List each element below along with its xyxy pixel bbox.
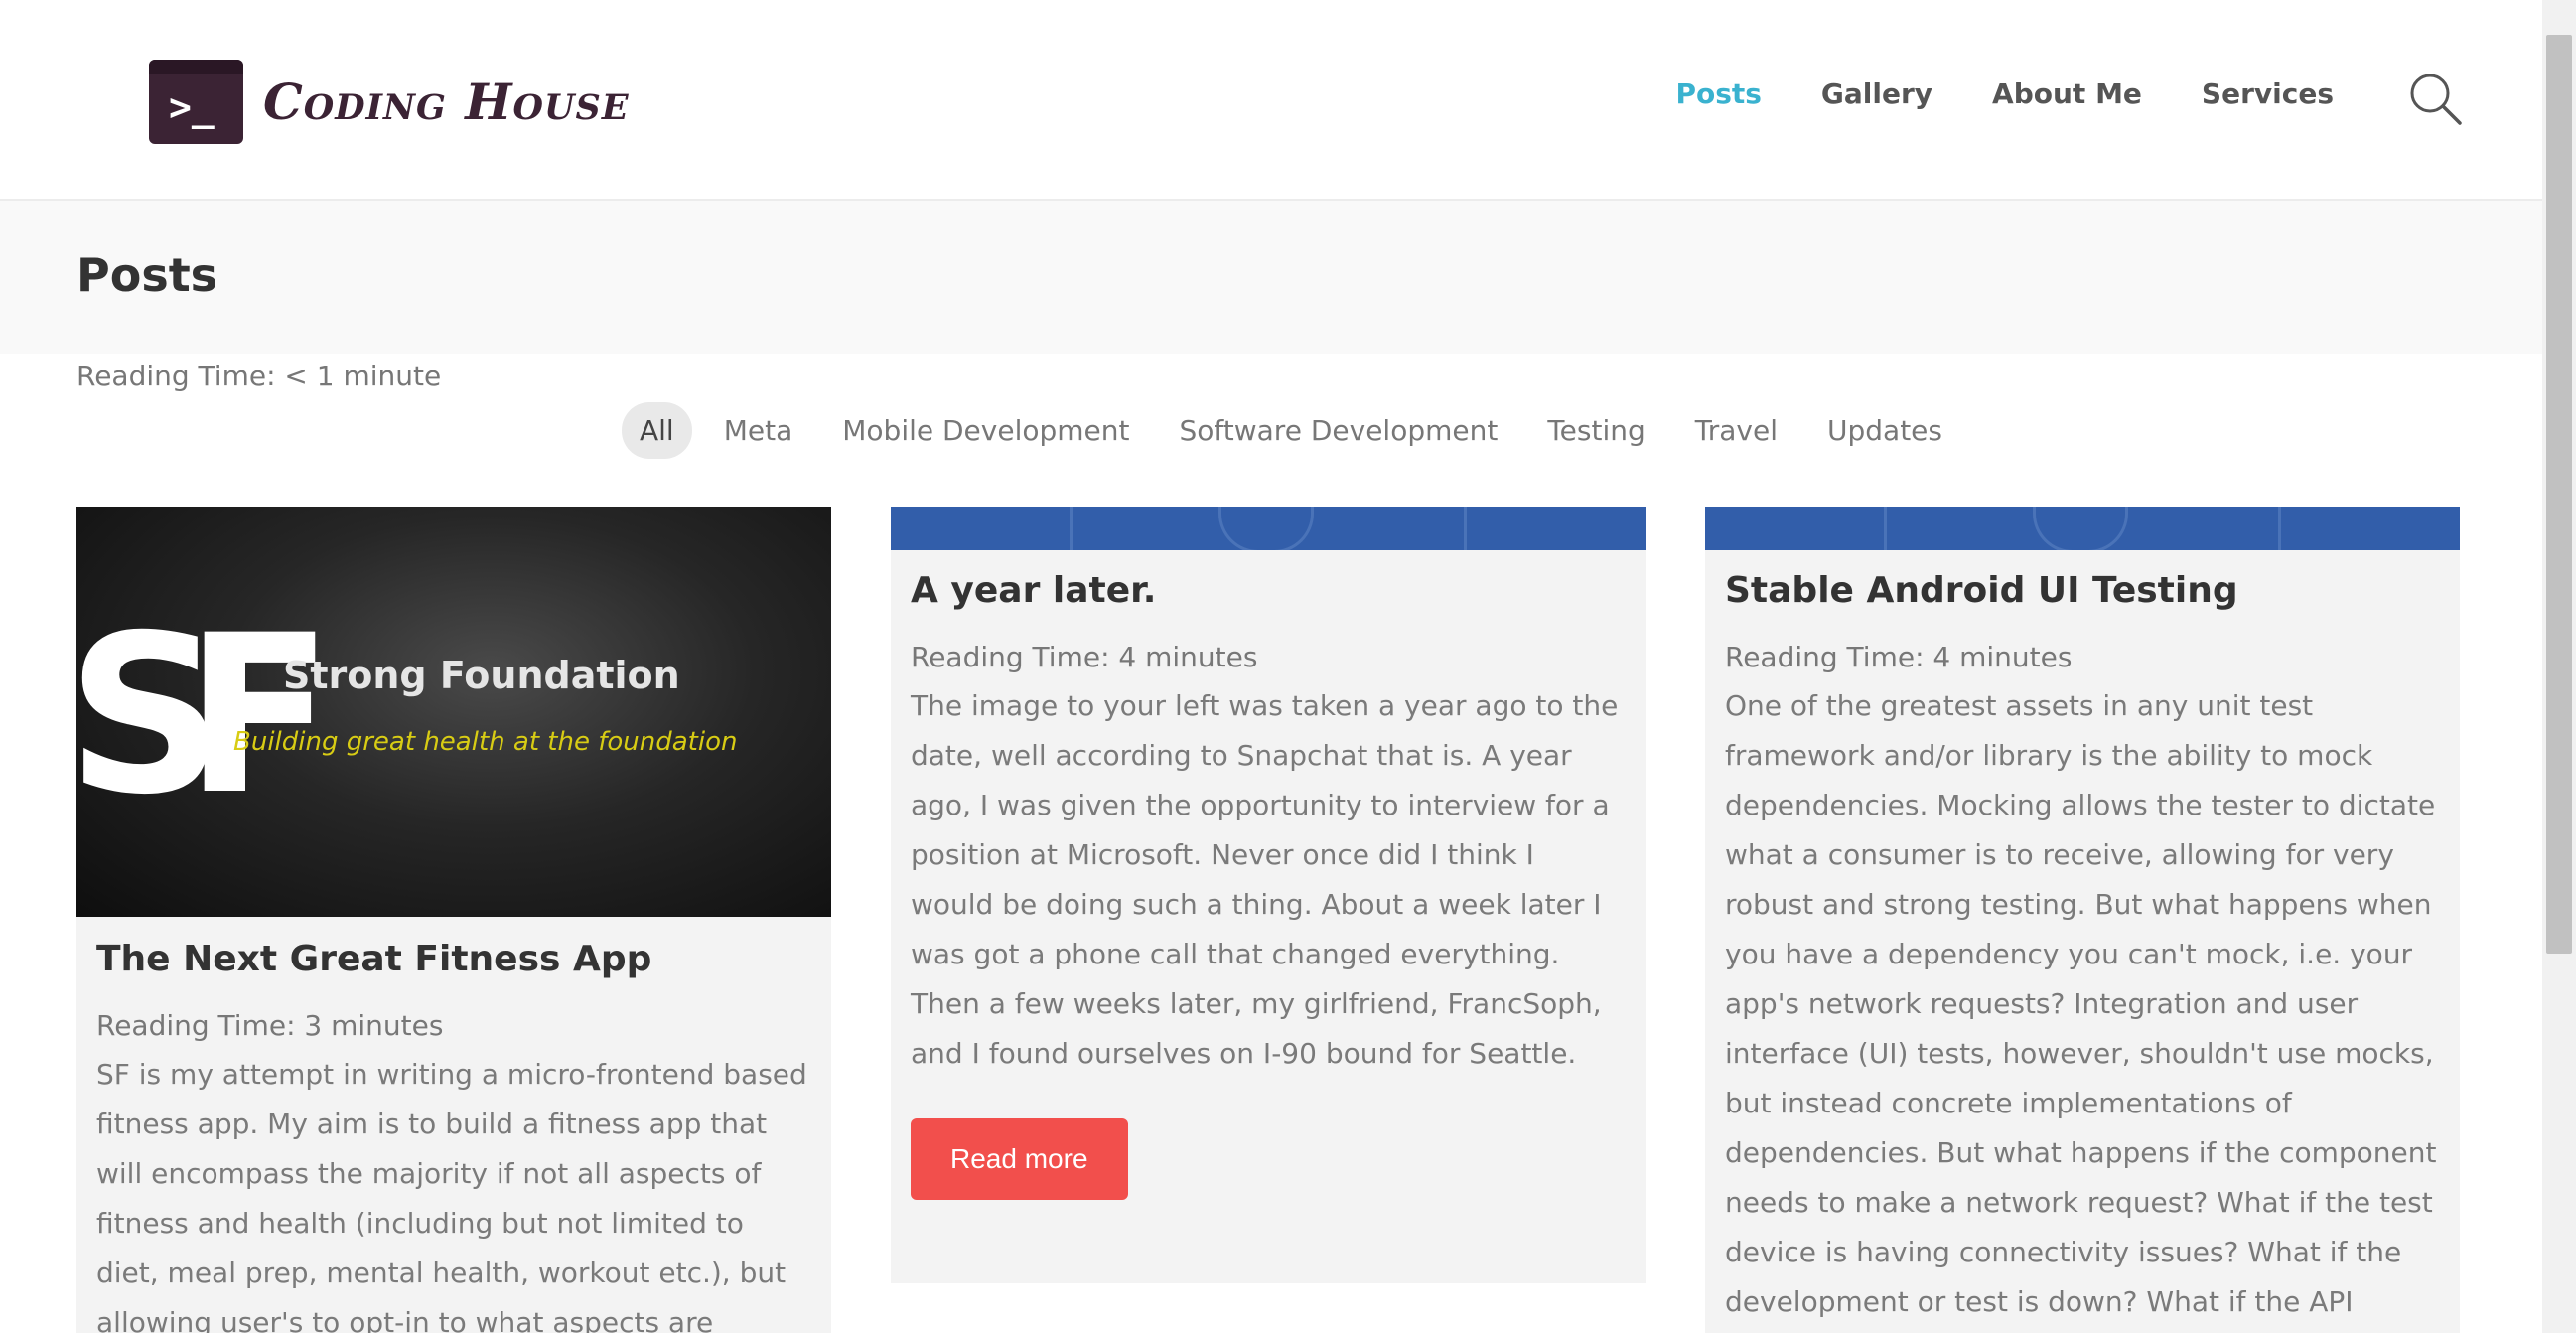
post-thumbnail[interactable]: SF Strong Foundation Building great heal… (76, 507, 831, 917)
sf-logo: SF (76, 588, 334, 842)
site-logo[interactable]: >_ Coding House (149, 60, 630, 144)
site-header: >_ Coding House Posts Gallery About Me S… (0, 0, 2542, 201)
search-icon[interactable] (2408, 72, 2464, 127)
page-reading-time: Reading Time: < 1 minute (76, 360, 442, 392)
title-band (0, 201, 2542, 354)
filter-mobile-development[interactable]: Mobile Development (824, 402, 1147, 459)
nav-posts[interactable]: Posts (1675, 77, 1761, 110)
post-card: A year later. Reading Time: 4 minutes Th… (891, 507, 1646, 1283)
post-title[interactable]: The Next Great Fitness App (96, 939, 811, 979)
post-thumbnail[interactable] (1705, 507, 2460, 550)
page-title: Posts (76, 248, 218, 302)
filter-all[interactable]: All (622, 402, 692, 459)
post-card: Stable Android UI Testing Reading Time: … (1705, 507, 2460, 1333)
category-filters: All Meta Mobile Development Software Dev… (622, 402, 1960, 459)
scrollbar[interactable] (2542, 0, 2576, 1333)
filter-meta[interactable]: Meta (706, 402, 811, 459)
post-title[interactable]: Stable Android UI Testing (1725, 570, 2440, 611)
terminal-icon: >_ (149, 60, 243, 144)
read-more-button[interactable]: Read more (911, 1118, 1128, 1200)
nav-about-me[interactable]: About Me (1992, 77, 2142, 110)
filter-testing[interactable]: Testing (1529, 402, 1662, 459)
thumbnail-subtitle: Building great health at the foundation (233, 727, 738, 757)
main-nav: Posts Gallery About Me Services (1675, 77, 2334, 110)
post-thumbnail[interactable] (891, 507, 1646, 550)
post-excerpt: SF is my attempt in writing a micro-fron… (96, 1058, 807, 1333)
filter-travel[interactable]: Travel (1677, 402, 1795, 459)
post-excerpt: One of the greatest assets in any unit t… (1725, 689, 2437, 1318)
post-title[interactable]: A year later. (911, 570, 1626, 611)
nav-gallery[interactable]: Gallery (1821, 77, 1932, 110)
post-excerpt: The image to your left was taken a year … (911, 689, 1619, 1070)
page: >_ Coding House Posts Gallery About Me S… (0, 0, 2542, 1333)
scrollbar-thumb[interactable] (2546, 35, 2572, 954)
post-card: SF Strong Foundation Building great heal… (76, 507, 831, 1333)
post-reading-time: Reading Time: 4 minutes (911, 641, 1258, 673)
site-name: Coding House (263, 73, 630, 131)
post-reading-time: Reading Time: 3 minutes (96, 1009, 444, 1042)
filter-updates[interactable]: Updates (1809, 402, 1960, 459)
post-reading-time: Reading Time: 4 minutes (1725, 641, 2073, 673)
filter-software-development[interactable]: Software Development (1162, 402, 1516, 459)
thumbnail-title: Strong Foundation (283, 654, 680, 697)
nav-services[interactable]: Services (2202, 77, 2334, 110)
